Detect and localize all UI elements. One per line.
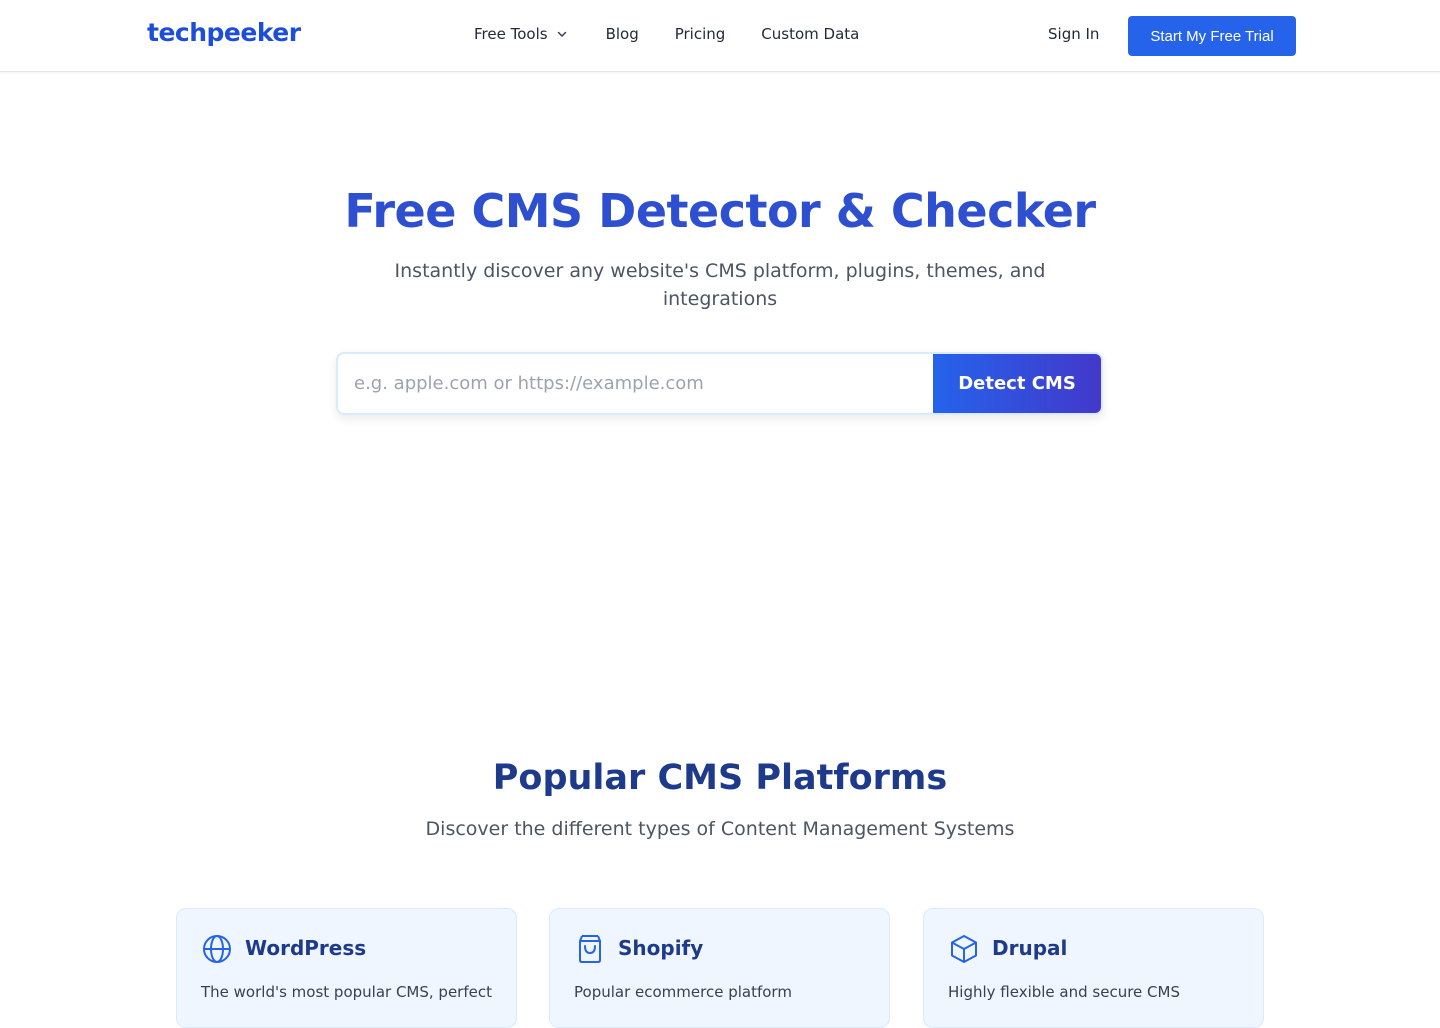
detect-cms-button[interactable]: Detect CMS: [933, 354, 1101, 413]
card-title: Drupal: [992, 936, 1068, 960]
card-description: The world's most popular CMS, perfect: [201, 983, 492, 1001]
section-subtitle: Discover the different types of Content …: [425, 818, 1015, 840]
card-title: Shopify: [618, 936, 704, 960]
card-description: Popular ecommerce platform: [574, 983, 792, 1001]
cms-card-wordpress[interactable]: WordPress The world's most popular CMS, …: [176, 908, 517, 1028]
card-title: WordPress: [245, 936, 367, 960]
globe-icon: [203, 935, 231, 963]
main-nav: Free Tools Blog Pricing Custom Data: [474, 25, 895, 43]
section-title: Popular CMS Platforms: [492, 758, 948, 798]
cms-card-drupal[interactable]: Drupal Highly flexible and secure CMS: [923, 908, 1264, 1028]
search-bar: Detect CMS: [336, 352, 1103, 415]
nav-item-free-tools[interactable]: Free Tools: [474, 25, 568, 43]
page-title: Free CMS Detector & Checker: [344, 184, 1096, 238]
cube-icon: [951, 935, 977, 963]
cms-card-shopify[interactable]: Shopify Popular ecommerce platform: [549, 908, 890, 1028]
site-header: techpeeker Free Tools Blog Pricing Custo…: [0, 0, 1440, 72]
sign-in-link[interactable]: Sign In: [1048, 25, 1099, 43]
page-subtitle: Instantly discover any website's CMS pla…: [394, 260, 1046, 310]
logo[interactable]: techpeeker: [147, 18, 301, 47]
nav-item-blog[interactable]: Blog: [606, 25, 639, 43]
start-free-trial-button[interactable]: Start My Free Trial: [1128, 16, 1296, 56]
shopping-bag-icon: [579, 935, 601, 963]
url-input[interactable]: [338, 354, 933, 413]
chevron-down-icon: [557, 31, 566, 37]
nav-item-label: Free Tools: [474, 25, 548, 43]
nav-item-custom-data[interactable]: Custom Data: [761, 25, 859, 43]
nav-item-pricing[interactable]: Pricing: [675, 25, 726, 43]
card-description: Highly flexible and secure CMS: [948, 983, 1180, 1001]
